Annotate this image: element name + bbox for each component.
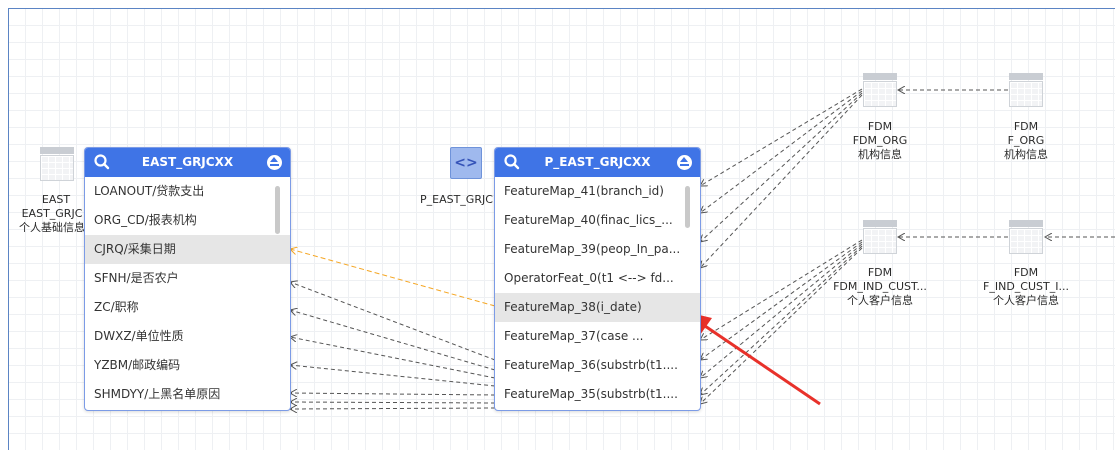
fdm-node-type: FDM [1013, 266, 1039, 279]
source-node-name: EAST_GRJC [21, 207, 83, 220]
fdm-node-name: F_ORG [1007, 134, 1045, 147]
collapse-up-icon[interactable] [267, 155, 282, 170]
fdm-node-desc: 机构信息 [858, 148, 902, 161]
fdm-node-desc: 机构信息 [1004, 148, 1048, 161]
list-item[interactable]: SHMDYY/上黑名单原因 [85, 380, 290, 409]
list-item[interactable]: DWXZ/单位性质 [85, 322, 290, 351]
list-item[interactable]: ORG_CD/报表机构 [85, 206, 290, 235]
list-item[interactable]: FeatureMap_39(peop_In_pa... [495, 235, 700, 264]
table-icon[interactable] [863, 220, 897, 254]
process-icon[interactable]: <> [450, 147, 482, 179]
fdm-node-type: FDM [1013, 120, 1039, 133]
process-node-label: P_EAST_GRJC [420, 193, 493, 206]
table-icon[interactable] [863, 73, 897, 107]
fdm-node-desc: 个人客户信息 [993, 294, 1059, 307]
list-item[interactable]: FeatureMap_37(case ... [495, 322, 700, 351]
east-panel-header: EAST_GRJCXX [85, 148, 290, 177]
list-item-selected[interactable]: CJRQ/采集日期 [85, 235, 290, 264]
list-item[interactable]: FeatureMap_41(branch_id) [495, 177, 700, 206]
fdm-node-type: FDM [867, 120, 893, 133]
source-node-desc: 个人基础信息 [19, 221, 85, 234]
collapse-up-icon[interactable] [677, 155, 692, 170]
east-panel-scrollbar[interactable] [275, 186, 280, 234]
fdm-node-type: FDM [867, 266, 893, 279]
fdm-node-desc: 个人客户信息 [847, 294, 913, 307]
table-icon[interactable] [1009, 220, 1043, 254]
search-icon[interactable] [93, 153, 111, 171]
fdm-node-name: FDM_IND_CUST... [833, 280, 927, 293]
east-table-panel[interactable]: EAST_GRJCXX LOANOUT/贷款支出 ORG_CD/报表机构 CJR… [84, 147, 291, 411]
p-table-panel[interactable]: P_EAST_GRJCXX FeatureMap_41(branch_id) F… [494, 147, 701, 411]
p-panel-scrollbar[interactable] [685, 186, 690, 228]
list-item[interactable]: FeatureMap_35(substrb(t1.... [495, 380, 700, 409]
p-panel-title: P_EAST_GRJCXX [544, 155, 651, 169]
list-item[interactable]: FeatureMap_40(finac_lics_... [495, 206, 700, 235]
list-item[interactable]: ZC/职称 [85, 293, 290, 322]
list-item[interactable]: OperatorFeat_0(t1 <--> fd... [495, 264, 700, 293]
list-item[interactable]: SFNH/是否农户 [85, 264, 290, 293]
table-icon[interactable] [40, 147, 74, 181]
list-item-selected[interactable]: FeatureMap_38(i_date) [495, 293, 700, 322]
list-item[interactable]: LOANOUT/贷款支出 [85, 177, 290, 206]
list-item[interactable]: FeatureMap_36(substrb(t1.... [495, 351, 700, 380]
table-icon[interactable] [1009, 73, 1043, 107]
p-panel-header: P_EAST_GRJCXX [495, 148, 700, 177]
east-panel-title: EAST_GRJCXX [141, 155, 234, 169]
fdm-node-name: FDM_ORG [852, 134, 908, 147]
list-item[interactable]: YZBM/邮政编码 [85, 351, 290, 380]
search-icon[interactable] [503, 153, 521, 171]
fdm-node-name: F_IND_CUST_I... [983, 280, 1069, 293]
